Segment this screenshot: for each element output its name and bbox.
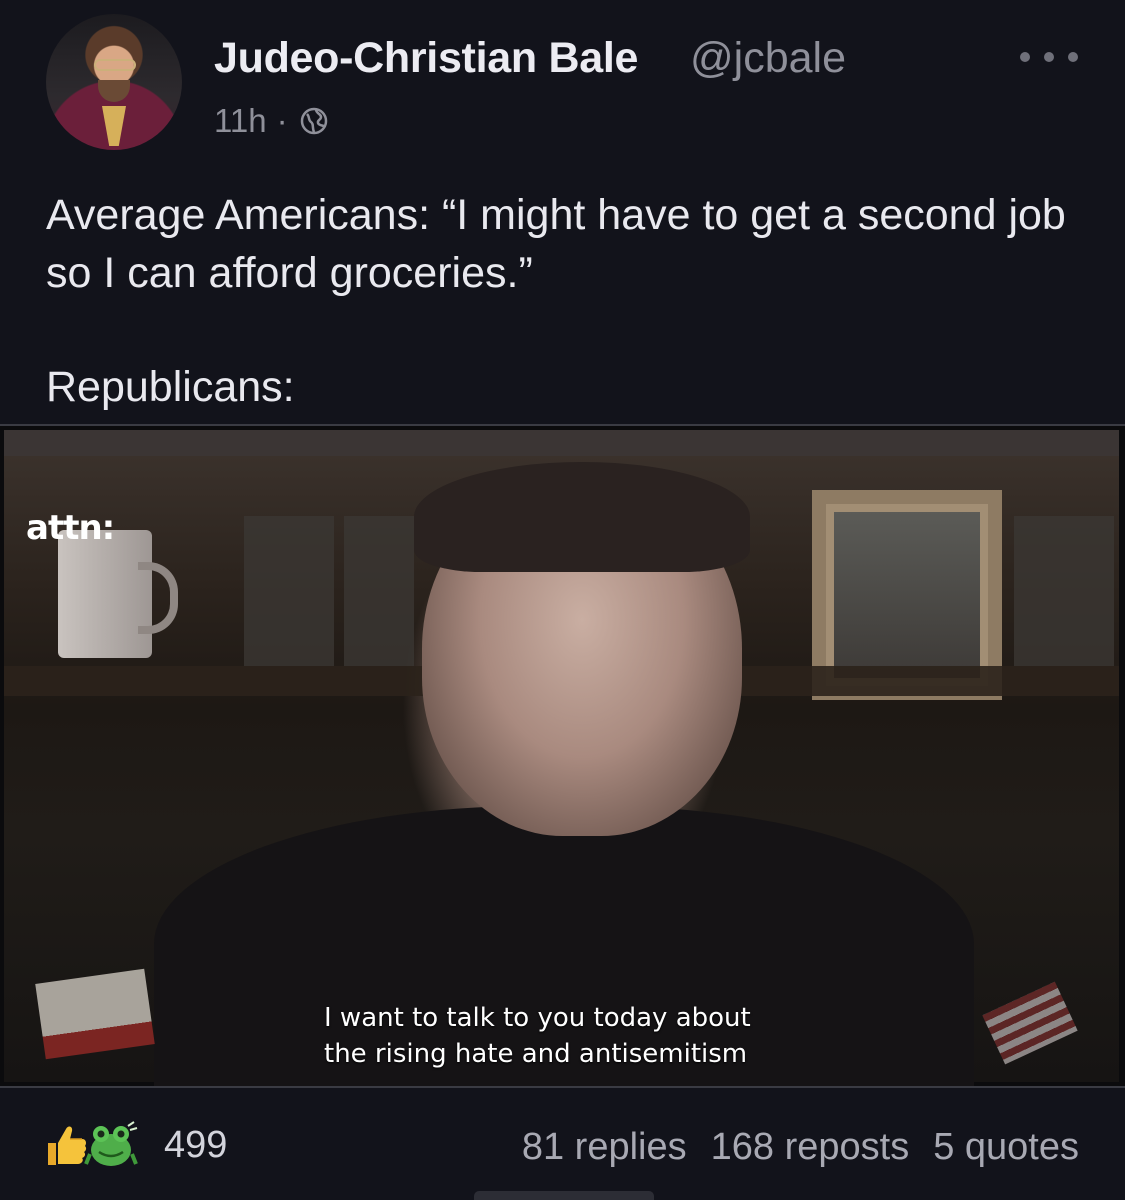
avatar-collar	[102, 106, 126, 146]
reaction-count: 499	[164, 1123, 228, 1166]
meta-separator: ·	[276, 102, 288, 139]
video-caption: I want to talk to you today about the ri…	[324, 1000, 844, 1072]
more-dot-icon	[1020, 52, 1030, 62]
more-dot-icon	[1044, 52, 1054, 62]
post-stats: 81 replies 168 reposts 5 quotes	[522, 1126, 1079, 1169]
video-frame: attn: I want to talk to you today about …	[4, 456, 1119, 1086]
post-meta: 11h ·	[214, 102, 330, 140]
more-options-button[interactable]	[1020, 44, 1078, 70]
shelf-object	[244, 516, 334, 666]
shelf-object	[344, 516, 414, 666]
mug-image	[58, 530, 178, 658]
user-handle[interactable]: @jcbale	[690, 34, 846, 83]
post-text-line: Average Americans: “I might have to get …	[46, 191, 1066, 297]
frog-icon	[84, 1121, 138, 1166]
reactions[interactable]: 499	[44, 1120, 227, 1170]
post-time[interactable]: 11h	[214, 102, 267, 140]
post-text: Average Americans: “I might have to get …	[46, 186, 1086, 416]
caption-line: the rising hate and antisemitism	[324, 1039, 748, 1069]
caption-line: I want to talk to you today about	[324, 1003, 751, 1033]
replies-link[interactable]: 81 replies	[522, 1126, 687, 1169]
display-name[interactable]: Judeo-Christian Bale	[214, 34, 638, 83]
post-header: Judeo-Christian Bale @jcbale 11h ·	[0, 0, 1125, 160]
post-text-line: Republicans:	[46, 363, 295, 411]
avatar-beard	[98, 80, 130, 102]
attn-watermark: attn:	[26, 508, 115, 548]
person-hair-image	[414, 462, 750, 572]
more-dot-icon	[1068, 52, 1078, 62]
reposts-link[interactable]: 168 reposts	[711, 1126, 910, 1169]
post-media[interactable]: attn: I want to talk to you today about …	[0, 424, 1125, 1088]
shelf-object	[1014, 516, 1114, 666]
state-flag-image	[35, 968, 155, 1060]
avatar[interactable]	[46, 14, 182, 150]
thumbs-up-icon	[48, 1126, 87, 1165]
avatar-glasses	[94, 59, 136, 71]
us-flag-image	[982, 981, 1078, 1065]
post-footer: 499 81 replies 168 reposts 5 quotes	[0, 1100, 1125, 1200]
media-top-bar	[4, 430, 1119, 456]
home-indicator	[474, 1191, 654, 1200]
globe-icon	[300, 107, 327, 135]
quotes-link[interactable]: 5 quotes	[933, 1126, 1079, 1169]
